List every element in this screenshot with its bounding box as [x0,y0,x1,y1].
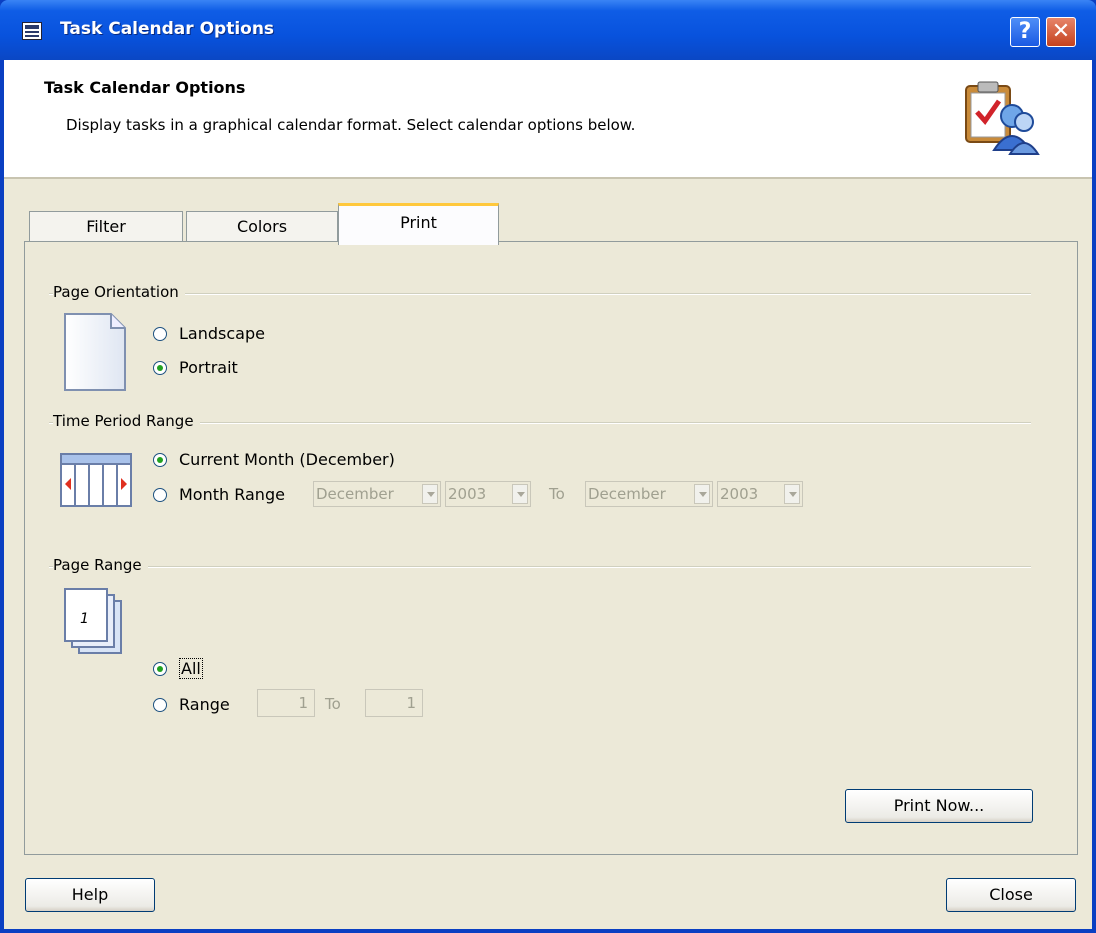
from-month-value: December [316,485,394,503]
month-range-label: Month Range [179,485,285,504]
dialog-header: Task Calendar Options Display tasks in a… [4,60,1092,179]
portrait-label: Portrait [179,358,238,377]
to-month-value: December [588,485,666,503]
print-now-button[interactable]: Print Now... [845,789,1033,823]
header-title: Task Calendar Options [44,78,246,97]
dialog-client: Task Calendar Options Display tasks in a… [4,60,1092,929]
help-title-button[interactable]: ? [1010,17,1040,47]
tab-strip: Filter Colors Print [24,203,1078,245]
to-year-value: 2003 [720,485,759,503]
dialog-window: Task Calendar Options ? ✕ Task Calendar … [0,0,1096,933]
page-orientation-divider [49,293,1031,295]
range-option[interactable]: Range [153,695,230,714]
from-year-select[interactable]: 2003 [445,481,531,507]
page-icon [64,313,126,391]
from-year-value: 2003 [448,485,487,503]
tab-colors[interactable]: Colors [186,211,338,243]
calendar-range-icon [60,453,132,507]
app-icon [22,22,42,40]
header-description: Display tasks in a graphical calendar fo… [66,116,636,134]
clipboard-users-icon [965,81,1040,155]
range-to-label: To [325,695,341,713]
page-range-label: Page Range [53,556,148,574]
portrait-option[interactable]: Portrait [153,358,238,377]
all-pages-radio[interactable] [153,661,167,676]
from-month-select[interactable]: December [313,481,441,507]
window-title: Task Calendar Options [60,19,275,39]
time-period-label: Time Period Range [53,412,200,430]
page-orientation-label: Page Orientation [53,283,185,301]
all-pages-option[interactable]: All [153,658,203,679]
chevron-down-icon[interactable] [694,484,710,504]
help-button[interactable]: Help [25,878,155,912]
page-number-text: 1 [80,611,89,627]
current-month-label: Current Month (December) [179,450,395,469]
tab-filter[interactable]: Filter [29,211,183,243]
range-from-input[interactable]: 1 [257,689,315,717]
current-month-option[interactable]: Current Month (December) [153,450,395,469]
landscape-option[interactable]: Landscape [153,324,265,343]
month-range-option[interactable]: Month Range [153,485,285,504]
close-title-button[interactable]: ✕ [1046,17,1076,47]
page-range-divider [49,566,1031,568]
range-label: Range [179,695,230,714]
title-bar[interactable]: Task Calendar Options ? ✕ [0,0,1096,60]
landscape-radio[interactable] [153,326,167,341]
month-range-radio[interactable] [153,487,167,502]
to-month-select[interactable]: December [585,481,713,507]
chevron-down-icon[interactable] [784,484,800,504]
range-radio[interactable] [153,697,167,712]
print-tab-panel: Page Orientation Landscape Portrait Time… [24,241,1078,855]
chevron-down-icon[interactable] [422,484,438,504]
chevron-down-icon[interactable] [512,484,528,504]
month-to-label: To [549,485,565,503]
all-pages-label: All [179,658,203,679]
current-month-radio[interactable] [153,452,167,467]
portrait-radio[interactable] [153,360,167,375]
to-year-select[interactable]: 2003 [717,481,803,507]
range-to-input[interactable]: 1 [365,689,423,717]
landscape-label: Landscape [179,324,265,343]
close-button[interactable]: Close [946,878,1076,912]
tab-print[interactable]: Print [338,203,499,245]
pages-stack-icon: 1 [64,588,122,654]
